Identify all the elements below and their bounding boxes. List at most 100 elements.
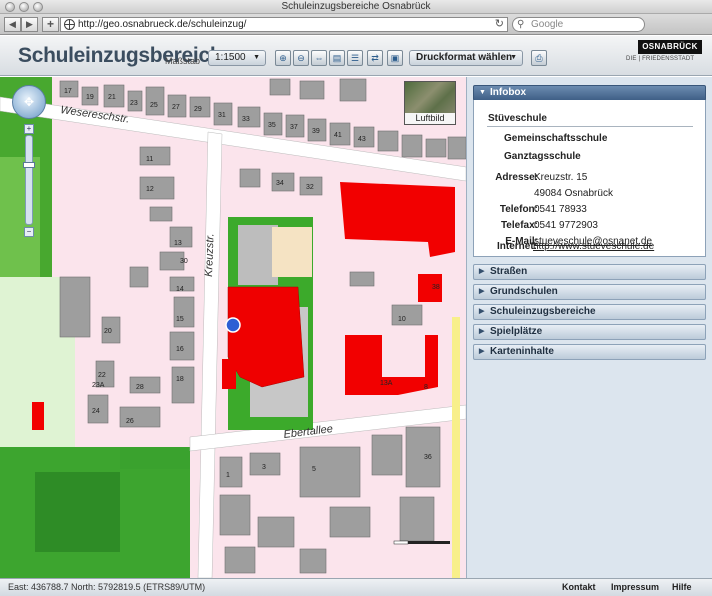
- kontakt-link[interactable]: Kontakt: [562, 579, 596, 596]
- aerial-view-label: Luftbild: [405, 113, 455, 124]
- aerial-view-toggle[interactable]: Luftbild: [404, 81, 456, 125]
- printer-icon: ⎙: [535, 53, 543, 63]
- internet-label: Internet:: [497, 241, 537, 252]
- street-kreuzstr: [197, 131, 223, 578]
- section-label: Spielplätze: [490, 326, 543, 337]
- impressum-link[interactable]: Impressum: [611, 579, 659, 596]
- chevron-right-icon: ▶: [479, 268, 485, 275]
- section-label: Grundschulen: [490, 286, 558, 297]
- house-number-label: 31: [218, 112, 226, 119]
- school-type: Gemeinschaftsschule: [504, 133, 608, 144]
- house-number-label: 23: [130, 100, 138, 107]
- phone-value: 0541 78933: [534, 204, 587, 215]
- section-strassen[interactable]: ▶ Straßen: [473, 264, 706, 280]
- house-number-label: 16: [176, 346, 184, 353]
- section-label: Straßen: [490, 266, 528, 277]
- stueveschule-building: [222, 359, 236, 389]
- measure-button[interactable]: ▤: [329, 50, 345, 66]
- back-arrow-icon: ◀: [9, 19, 16, 29]
- chevron-down-icon: ▼: [479, 89, 486, 96]
- scale-value: 1:1500: [215, 52, 246, 63]
- print-format-select[interactable]: Druckformat wählen ▼: [409, 50, 523, 66]
- minimize-window-icon[interactable]: [19, 2, 29, 12]
- logo-tagline: DIE | FRIEDENSSTADT: [626, 56, 695, 62]
- window-title: Schuleinzugsbereiche Osnabrück: [281, 1, 431, 12]
- street-label-kreuzstr: Kreuzstr.: [203, 233, 217, 277]
- reload-icon[interactable]: ↻: [495, 18, 504, 31]
- plus-icon: +: [26, 124, 32, 133]
- infobox-header[interactable]: ▼ Infobox: [473, 85, 706, 101]
- add-bookmark-button[interactable]: +: [42, 17, 59, 32]
- scale-bar-segment: [393, 540, 409, 545]
- osnabrueck-logo[interactable]: OSNABRÜCK: [638, 40, 702, 54]
- address-line: 49084 Osnabrück: [534, 188, 613, 199]
- section-schuleinzugsbereiche[interactable]: ▶ Schuleinzugsbereiche: [473, 304, 706, 320]
- minus-icon: −: [26, 227, 32, 236]
- print-button[interactable]: ⎙: [531, 50, 547, 66]
- house-number-label: 23A: [92, 382, 105, 389]
- scale-select[interactable]: 1:1500 ▼: [208, 50, 266, 66]
- chevron-right-icon: ▶: [479, 288, 485, 295]
- school-marker-icon[interactable]: [225, 317, 241, 333]
- hilfe-link[interactable]: Hilfe: [672, 579, 692, 596]
- house-number-label: 34: [276, 180, 284, 187]
- fax-value: 0541 9772903: [534, 220, 598, 231]
- house-number-label: 35: [268, 122, 276, 129]
- house-number-label: 13A: [380, 380, 393, 387]
- address-line: Kreuzstr. 15: [534, 172, 588, 183]
- house-number-label: 12: [146, 186, 154, 193]
- zoom-in-button[interactable]: ⊕: [275, 50, 291, 66]
- house-number-label: 10: [398, 316, 406, 323]
- previous-view-button[interactable]: ⇄: [367, 50, 383, 66]
- house-number-label: 27: [172, 104, 180, 111]
- house-number-label: 14: [176, 286, 184, 293]
- forward-button[interactable]: ▶: [21, 17, 38, 32]
- infobox-body: Stüveschule Gemeinschaftsschule Ganztags…: [473, 100, 706, 257]
- house-number-label: 24: [92, 408, 100, 415]
- zoom-window-icon[interactable]: [33, 2, 43, 12]
- house-number-label: 20: [104, 328, 112, 335]
- section-grundschulen[interactable]: ▶ Grundschulen: [473, 284, 706, 300]
- school-court: [272, 227, 312, 277]
- map-zoom-out-button[interactable]: −: [24, 227, 34, 237]
- coordinate-readout: East: 436788.7 North: 5792819.5 (ETRS89/…: [8, 582, 206, 592]
- search-input[interactable]: ⚲ Google: [512, 17, 645, 32]
- house-number-label: 39: [312, 128, 320, 135]
- house-number-label: 15: [176, 316, 184, 323]
- section-spielplaetze[interactable]: ▶ Spielplätze: [473, 324, 706, 340]
- compass-icon: ✥: [24, 95, 35, 109]
- section-karteninhalte[interactable]: ▶ Karteninhalte: [473, 344, 706, 360]
- divider: [487, 126, 693, 127]
- park-area: [0, 157, 40, 277]
- website-link[interactable]: http://www.stueveschule.de: [533, 241, 654, 252]
- address-bar[interactable]: http://geo.osnabrueck.de/schuleinzug/ ↻: [60, 17, 508, 32]
- park-area: [120, 447, 190, 469]
- zoom-extent-button[interactable]: ⇔: [311, 50, 327, 66]
- stueveschule-building[interactable]: [227, 286, 305, 388]
- phone-label: Telefon:: [499, 204, 538, 215]
- zoom-in-icon: ⊕: [279, 53, 287, 63]
- house-number-label: 18: [176, 376, 184, 383]
- pan-control[interactable]: ✥: [12, 85, 46, 119]
- back-button[interactable]: ◀: [4, 17, 21, 32]
- legend-button[interactable]: ☰: [347, 50, 363, 66]
- map-zoom-in-button[interactable]: +: [24, 124, 34, 134]
- map-canvas[interactable]: Wesereschstr. Kreuzstr. Ebertallee 1719 2…: [0, 77, 466, 578]
- house-number-label: 43: [358, 136, 366, 143]
- house-number-label: 21: [108, 94, 116, 101]
- house-number-label: 5: [312, 466, 316, 473]
- export-button[interactable]: ▣: [387, 50, 403, 66]
- zoom-slider-thumb[interactable]: [23, 162, 35, 168]
- house-number-label: 28: [136, 384, 144, 391]
- house-number-label: 32: [306, 184, 314, 191]
- house-number-label: 33: [242, 116, 250, 123]
- house-number-label: 37: [290, 124, 298, 131]
- zoom-out-button[interactable]: ⊖: [293, 50, 309, 66]
- house-number-label: 26: [126, 418, 134, 425]
- close-window-icon[interactable]: [5, 2, 15, 12]
- map-view[interactable]: Wesereschstr. Kreuzstr. Ebertallee 17 19 2…: [0, 77, 466, 578]
- school-name: Stüveschule: [488, 113, 547, 124]
- zoom-slider[interactable]: [23, 135, 35, 225]
- infobox-title: Infobox: [490, 87, 527, 98]
- print-format-label: Druckformat wählen: [416, 52, 513, 63]
